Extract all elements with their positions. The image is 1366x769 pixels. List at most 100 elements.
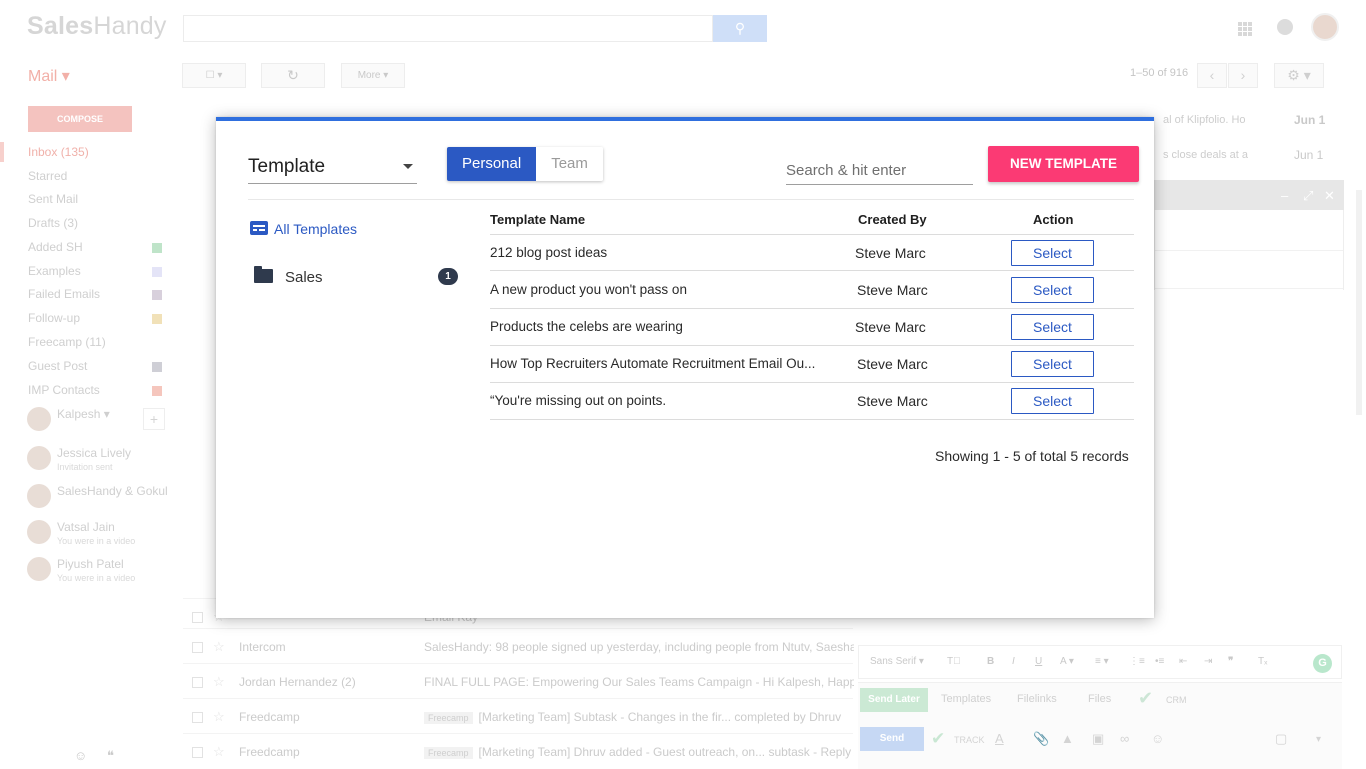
nav-folder-sales[interactable]: Sales 1 — [254, 266, 460, 288]
select-template-button[interactable]: Select — [1011, 277, 1094, 303]
sidebar-item[interactable]: Sent Mail — [28, 192, 78, 206]
records-summary: Showing 1 - 5 of total 5 records — [935, 448, 1129, 464]
contacts-icon[interactable]: ☺ — [74, 748, 87, 763]
star-icon[interactable]: ☆ — [213, 639, 225, 655]
select-template-button[interactable]: Select — [1011, 388, 1094, 414]
send-button[interactable]: Send — [860, 727, 924, 751]
emoji-icon[interactable]: ☺ — [1151, 731, 1164, 746]
indent-more-icon[interactable]: ⇥ — [1204, 656, 1212, 667]
label-color-swatch[interactable] — [152, 362, 162, 372]
mail-row[interactable]: ☆ Freedcamp Freecamp [Marketing Team] Subta… — [183, 698, 853, 733]
track-label[interactable]: TRACK — [954, 735, 985, 745]
star-icon[interactable]: ☆ — [213, 709, 225, 725]
sidebar-item[interactable]: Guest Post — [28, 359, 87, 373]
link-icon[interactable]: ∞ — [1120, 731, 1129, 746]
select-template-button[interactable]: Select — [1011, 351, 1094, 377]
sidebar-item[interactable]: Drafts (3) — [28, 216, 78, 230]
align-icon[interactable]: ≡ ▾ — [1095, 656, 1109, 667]
crm-label[interactable]: CRM — [1166, 695, 1187, 705]
sidebar-item[interactable]: Starred — [28, 169, 67, 183]
files-tab[interactable]: Files — [1088, 693, 1111, 705]
underline-icon[interactable]: U — [1035, 656, 1042, 667]
sidebar-active-indicator — [0, 142, 4, 162]
grammarly-icon[interactable]: G — [1313, 654, 1332, 673]
italic-icon[interactable]: I — [1012, 656, 1015, 667]
prev-page-icon[interactable]: ‹ — [1197, 63, 1227, 88]
header-divider — [248, 199, 1134, 200]
sidebar-item[interactable]: Inbox (135) — [28, 145, 89, 159]
close-icon[interactable]: ✕ — [1324, 188, 1335, 204]
template-created-by: Steve Marc — [857, 356, 928, 372]
sidebar-item[interactable]: Follow-up — [28, 311, 80, 325]
minimize-icon[interactable]: – — [1281, 188, 1288, 203]
label-color-swatch[interactable] — [152, 267, 162, 277]
expand-icon[interactable]: ⤢ — [1303, 188, 1313, 204]
row-checkbox[interactable] — [192, 677, 203, 688]
settings-gear-icon[interactable]: ⚙ ▾ — [1274, 63, 1324, 88]
drive-icon[interactable]: ▲ — [1061, 731, 1074, 746]
bold-icon[interactable]: B — [987, 656, 994, 667]
label-color-swatch[interactable] — [152, 243, 162, 253]
sidebar-item[interactable]: Added SH — [28, 240, 83, 254]
template-modal: Template Personal Team NEW TEMPLATE All … — [216, 117, 1154, 618]
compose-button[interactable]: COMPOSE — [28, 106, 132, 132]
mail-row[interactable]: ☆ Intercom SalesHandy: 98 people signed up… — [183, 628, 854, 663]
numbered-list-icon[interactable]: ⋮≡ — [1129, 656, 1145, 667]
row-checkbox[interactable] — [192, 747, 203, 758]
new-template-button[interactable]: NEW TEMPLATE — [988, 146, 1139, 182]
select-template-button[interactable]: Select — [1011, 240, 1094, 266]
trash-icon[interactable]: ▢ — [1275, 731, 1287, 747]
font-size-icon[interactable]: T⃫ — [947, 656, 961, 667]
attach-icon[interactable]: 📎 — [1033, 731, 1049, 747]
refresh-icon[interactable]: ↻ — [261, 63, 325, 88]
label-color-swatch[interactable] — [152, 290, 162, 300]
chat-contact-name: Vatsal Jain — [57, 520, 115, 534]
mail-menu-label[interactable]: Mail ▾ — [28, 66, 70, 86]
apps-grid-icon[interactable] — [1238, 22, 1252, 36]
toggle-personal[interactable]: Personal — [447, 147, 537, 181]
toggle-team[interactable]: Team — [536, 147, 603, 181]
more-button[interactable]: More ▾ — [341, 63, 405, 88]
select-template-button[interactable]: Select — [1011, 314, 1094, 340]
remove-formatting-icon[interactable]: Tₓ — [1258, 656, 1267, 667]
font-family-select[interactable]: Sans Serif ▾ — [870, 656, 924, 667]
add-chat-icon[interactable]: + — [143, 408, 165, 430]
mail-label-chip: Freecamp — [424, 747, 473, 759]
text-color-icon[interactable]: A ▾ — [1060, 656, 1074, 667]
sidebar-item[interactable]: Freecamp (11) — [28, 335, 106, 349]
select-all-checkbox[interactable]: ☐ ▾ — [182, 63, 246, 88]
star-icon[interactable]: ☆ — [213, 674, 225, 690]
send-later-button[interactable]: Send Later — [860, 688, 928, 712]
sidebar-item[interactable]: IMP Contacts — [28, 383, 100, 397]
mail-row[interactable]: ☆ Jordan Hernandez (2) FINAL FULL PAGE: Em… — [183, 663, 854, 698]
photo-icon[interactable]: ▣ — [1092, 731, 1104, 747]
indent-less-icon[interactable]: ⇤ — [1179, 656, 1187, 667]
gmail-search-button[interactable]: ⚲ — [713, 15, 767, 42]
sidebar-item[interactable]: Examples — [28, 264, 81, 278]
mail-date: Jun 1 — [1294, 148, 1324, 162]
formatting-icon[interactable]: A — [995, 731, 1004, 746]
row-checkbox[interactable] — [192, 712, 203, 723]
next-page-icon[interactable]: › — [1228, 63, 1258, 88]
notifications-icon[interactable] — [1277, 19, 1293, 35]
template-type-dropdown[interactable]: Template — [248, 151, 417, 184]
templates-tab[interactable]: Templates — [941, 693, 991, 705]
quote-icon[interactable]: ❞ — [1228, 656, 1233, 667]
mail-row[interactable]: ☆ Freedcamp Freecamp [Marketing Team] Dhruv… — [183, 733, 854, 768]
gmail-search-input[interactable] — [183, 15, 713, 42]
label-color-swatch[interactable] — [152, 386, 162, 396]
row-checkbox[interactable] — [192, 612, 203, 623]
account-avatar[interactable] — [1311, 13, 1339, 41]
template-name: 212 blog post ideas — [490, 245, 608, 260]
star-icon[interactable]: ☆ — [213, 744, 225, 760]
filelinks-tab[interactable]: Filelinks — [1017, 693, 1057, 705]
scrollbar[interactable] — [1356, 190, 1362, 415]
row-checkbox[interactable] — [192, 642, 203, 653]
label-color-swatch[interactable] — [152, 314, 162, 324]
template-search-input[interactable] — [786, 157, 973, 183]
more-options-icon[interactable]: ▾ — [1316, 734, 1321, 745]
background-mail-snippet: al of Klipfolio. Ho — [1163, 114, 1246, 126]
hangouts-icon[interactable]: ❝ — [107, 748, 114, 764]
bulleted-list-icon[interactable]: •≡ — [1155, 656, 1164, 667]
sidebar-item[interactable]: Failed Emails — [28, 287, 100, 301]
